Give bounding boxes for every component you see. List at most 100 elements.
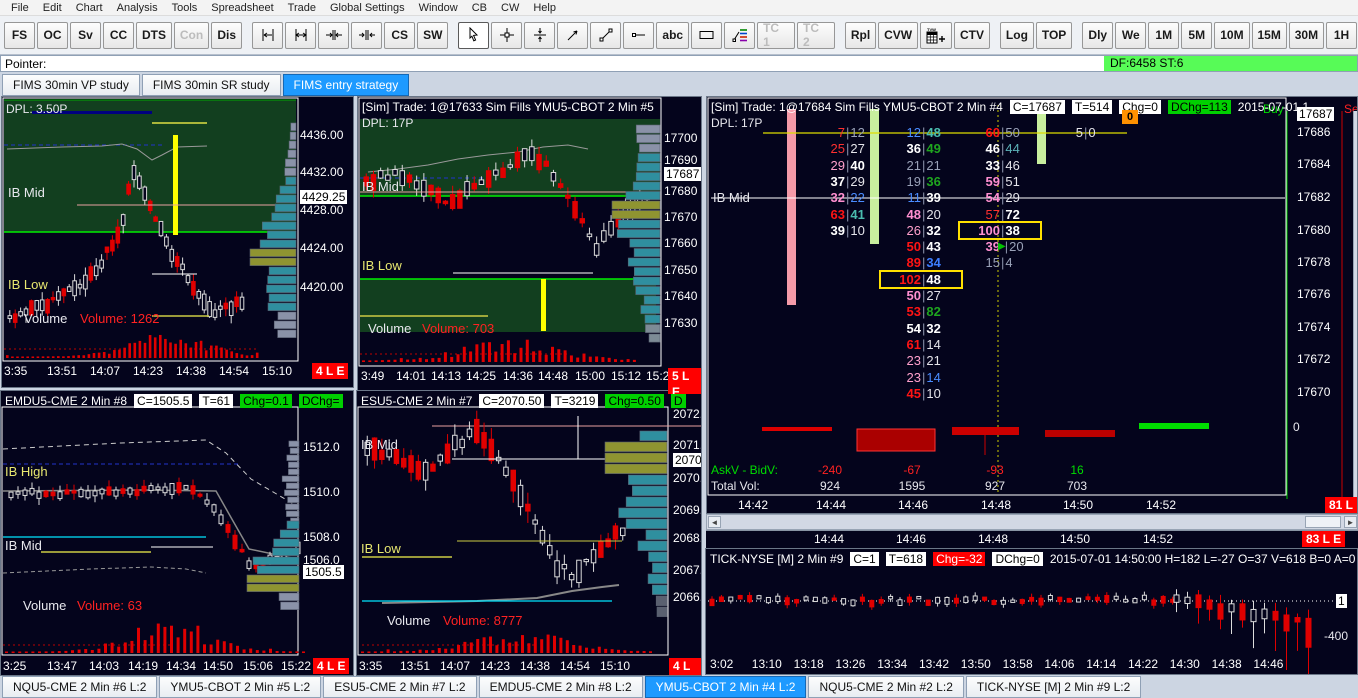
background-chart-strip[interactable]: 14:44 14:46 14:48 14:50 14:52 83 L E (706, 530, 1358, 548)
toolbar-button-rpl[interactable]: Rpl (844, 21, 877, 49)
toolbar-button-sv[interactable]: Sv (70, 21, 101, 49)
range-expand-left-icon[interactable] (252, 21, 284, 49)
ladder-cell[interactable]: 39 | 10 (805, 223, 885, 238)
toolbar-button-cc[interactable]: CC (103, 21, 134, 49)
ladder-cell[interactable]: 36 | 49 (881, 141, 961, 156)
ladder-cell[interactable]: 19 | 36 (881, 174, 961, 189)
chart-tab-tick-nyse-m-2-min-9-l-2[interactable]: TICK-NYSE [M] 2 Min #9 L:2 (965, 676, 1142, 698)
ladder-cell[interactable]: 102 | 48 (879, 269, 963, 289)
dom-horizontal-scrollbar[interactable]: ◄ ► (706, 514, 1358, 530)
chart-tab-ymu5-cbot-2-min-4-l-2[interactable]: YMU5-CBOT 2 Min #4 L:2 (644, 676, 807, 698)
toolbar-button-1m[interactable]: 1M (1148, 21, 1180, 49)
menu-tools[interactable]: Tools (165, 2, 205, 14)
ladder-cell[interactable]: 21 | 21 (881, 158, 961, 173)
toolbar-button-1h[interactable]: 1H (1326, 21, 1358, 49)
menu-edit[interactable]: Edit (36, 2, 69, 14)
toolbar-button-dis[interactable]: Dis (211, 21, 243, 49)
ladder-cell[interactable]: 50 | 27 (881, 288, 961, 303)
ladder-cell[interactable]: 37 | 29 (805, 174, 885, 189)
ladder-cell[interactable]: 45 | 10 (881, 386, 961, 401)
crosshair-icon[interactable] (491, 21, 523, 49)
toolbar-button-top[interactable]: TOP (1035, 21, 1073, 49)
ladder-cell[interactable]: 11 | 39 (881, 190, 961, 205)
toolbar-button-we[interactable]: We (1115, 21, 1147, 49)
scrollbar-thumb[interactable] (1305, 516, 1341, 528)
ladder-cell[interactable]: 59 | 51 (960, 174, 1040, 189)
rectangle-icon[interactable] (691, 21, 723, 49)
toolbar-button-cvw[interactable]: CVW (878, 21, 919, 49)
menu-cb[interactable]: CB (465, 2, 494, 14)
pointer-icon[interactable] (458, 21, 490, 49)
range-compress-in-icon[interactable] (318, 21, 350, 49)
menu-trade[interactable]: Trade (281, 2, 323, 14)
toolbar-button-log[interactable]: Log (999, 21, 1034, 49)
menu-analysis[interactable]: Analysis (110, 2, 165, 14)
toolbar-button-abc[interactable]: abc (656, 21, 690, 49)
ladder-cell[interactable]: 57 | 72 (960, 207, 1040, 222)
vertical-compress-icon[interactable] (524, 21, 556, 49)
ladder-cell[interactable]: 26 | 32 (881, 223, 961, 238)
ladder-cell[interactable]: 25 | 27 (805, 141, 885, 156)
toolbar-button-15m[interactable]: 15M (1251, 21, 1287, 49)
chart-tab-nqu5-cme-2-min-2-l-2[interactable]: NQU5-CME 2 Min #2 L:2 (808, 676, 964, 698)
ladder-cell[interactable]: 32 | 22 (805, 190, 885, 205)
toolbar-button-con[interactable]: Con (173, 21, 210, 49)
chartbook-tab-fims-30min-vp-study[interactable]: FIMS 30min VP study (2, 74, 140, 96)
chart-tab-emdu5-cme-2-min-8-l-2[interactable]: EMDU5-CME 2 Min #8 L:2 (478, 676, 643, 698)
toolbar-button-ctv[interactable]: CTV (954, 21, 990, 49)
ladder-cell[interactable]: 48 | 20 (881, 207, 961, 222)
ladder-cell[interactable]: 5 | 0 (1043, 125, 1123, 140)
ladder-cell[interactable]: 23 | 21 (881, 353, 961, 368)
chart-panel-tick-nyse[interactable]: TICK-NYSE [M] 2 Min #9 C=1 T=618 Chg=-32 DCh… (705, 548, 1358, 675)
toolbar-button-tc2[interactable]: TC 2 (796, 21, 835, 49)
chartbook-tab-fims-30min-sr-study[interactable]: FIMS 30min SR study (141, 74, 281, 96)
emd-chart-canvas[interactable] (1, 391, 354, 676)
chart-panel-esu5[interactable]: ESU5-CME 2 Min #7 C=2070.50 T=3219 Chg=0.50… (356, 390, 702, 676)
ladder-cell[interactable]: 29 | 40 (805, 158, 885, 173)
ladder-cell[interactable]: 15 | 4 (960, 255, 1040, 270)
toolbar-button-30m[interactable]: 30M (1288, 21, 1325, 49)
range-expand-both-icon[interactable] (285, 21, 317, 49)
chart-panel-emdu5[interactable]: EMDU5-CME 2 Min #8 C=1505.5 T=61 Chg=0.1 DCh… (0, 390, 354, 676)
ladder-cell[interactable]: 39 ▶ | 20 (960, 239, 1040, 254)
horizontal-line-icon[interactable] (623, 21, 655, 49)
toolbar-button-dts[interactable]: DTS (136, 21, 172, 49)
ladder-cell[interactable]: 23 | 14 (881, 370, 961, 385)
toolbar-button-10m[interactable]: 10M (1214, 21, 1250, 49)
trendline-icon[interactable] (590, 21, 622, 49)
chart-panel-vp-study[interactable]: DPL: 3.50P IB Mid IB Low Volume Volume: 1262… (1, 96, 354, 388)
trade-window-icon[interactable]: TVW (920, 21, 953, 49)
ladder-cell[interactable]: 89 | 34 (881, 255, 961, 270)
range-compress-out-icon[interactable] (351, 21, 383, 49)
menu-window[interactable]: Window (412, 2, 465, 14)
chartbook-tab-fims-entry-strategy[interactable]: FIMS entry strategy (282, 74, 410, 96)
ladder-cell[interactable]: 33 | 46 (960, 158, 1040, 173)
chart-panel-dom-ladder[interactable]: [Sim] Trade: 1@17684 Sim Fills YMU5-CBOT… (706, 96, 1358, 514)
toolbar-button-fs[interactable]: FS (4, 21, 35, 49)
toolbar-button-sw[interactable]: SW (417, 21, 449, 49)
menu-help[interactable]: Help (526, 2, 563, 14)
menu-file[interactable]: File (4, 2, 36, 14)
ladder-cell[interactable]: 7 | 12 (805, 125, 885, 140)
arrow-line-icon[interactable] (557, 21, 589, 49)
menu-chart[interactable]: Chart (69, 2, 110, 14)
toolbar-button-5m[interactable]: 5M (1181, 21, 1213, 49)
ladder-cell[interactable]: 63 | 41 (805, 207, 885, 222)
ladder-cell[interactable]: 54 | 32 (881, 321, 961, 336)
menu-spreadsheet[interactable]: Spreadsheet (204, 2, 280, 14)
ym5-chart-canvas[interactable] (358, 97, 702, 395)
ladder-cell[interactable]: 50 | 43 (881, 239, 961, 254)
chart-tab-nqu5-cme-2-min-6-l-2[interactable]: NQU5-CME 2 Min #6 L:2 (2, 676, 158, 698)
ladder-cell[interactable]: 54 | 29 (960, 190, 1040, 205)
menu-global-settings[interactable]: Global Settings (323, 2, 412, 14)
ladder-cell[interactable]: 46 | 44 (960, 141, 1040, 156)
toolbar-button-tc1[interactable]: TC 1 (757, 21, 795, 49)
es-chart-canvas[interactable] (357, 391, 702, 676)
fan-lines-icon[interactable] (724, 21, 756, 49)
ladder-cell[interactable]: 100 | 38 (958, 220, 1042, 240)
toolbar-button-dly[interactable]: Dly (1082, 21, 1114, 49)
toolbar-button-cs[interactable]: CS (384, 21, 416, 49)
ladder-cell[interactable]: 60 | 50 (960, 125, 1040, 140)
menu-cw[interactable]: CW (494, 2, 526, 14)
ladder-cell[interactable]: 61 | 14 (881, 337, 961, 352)
